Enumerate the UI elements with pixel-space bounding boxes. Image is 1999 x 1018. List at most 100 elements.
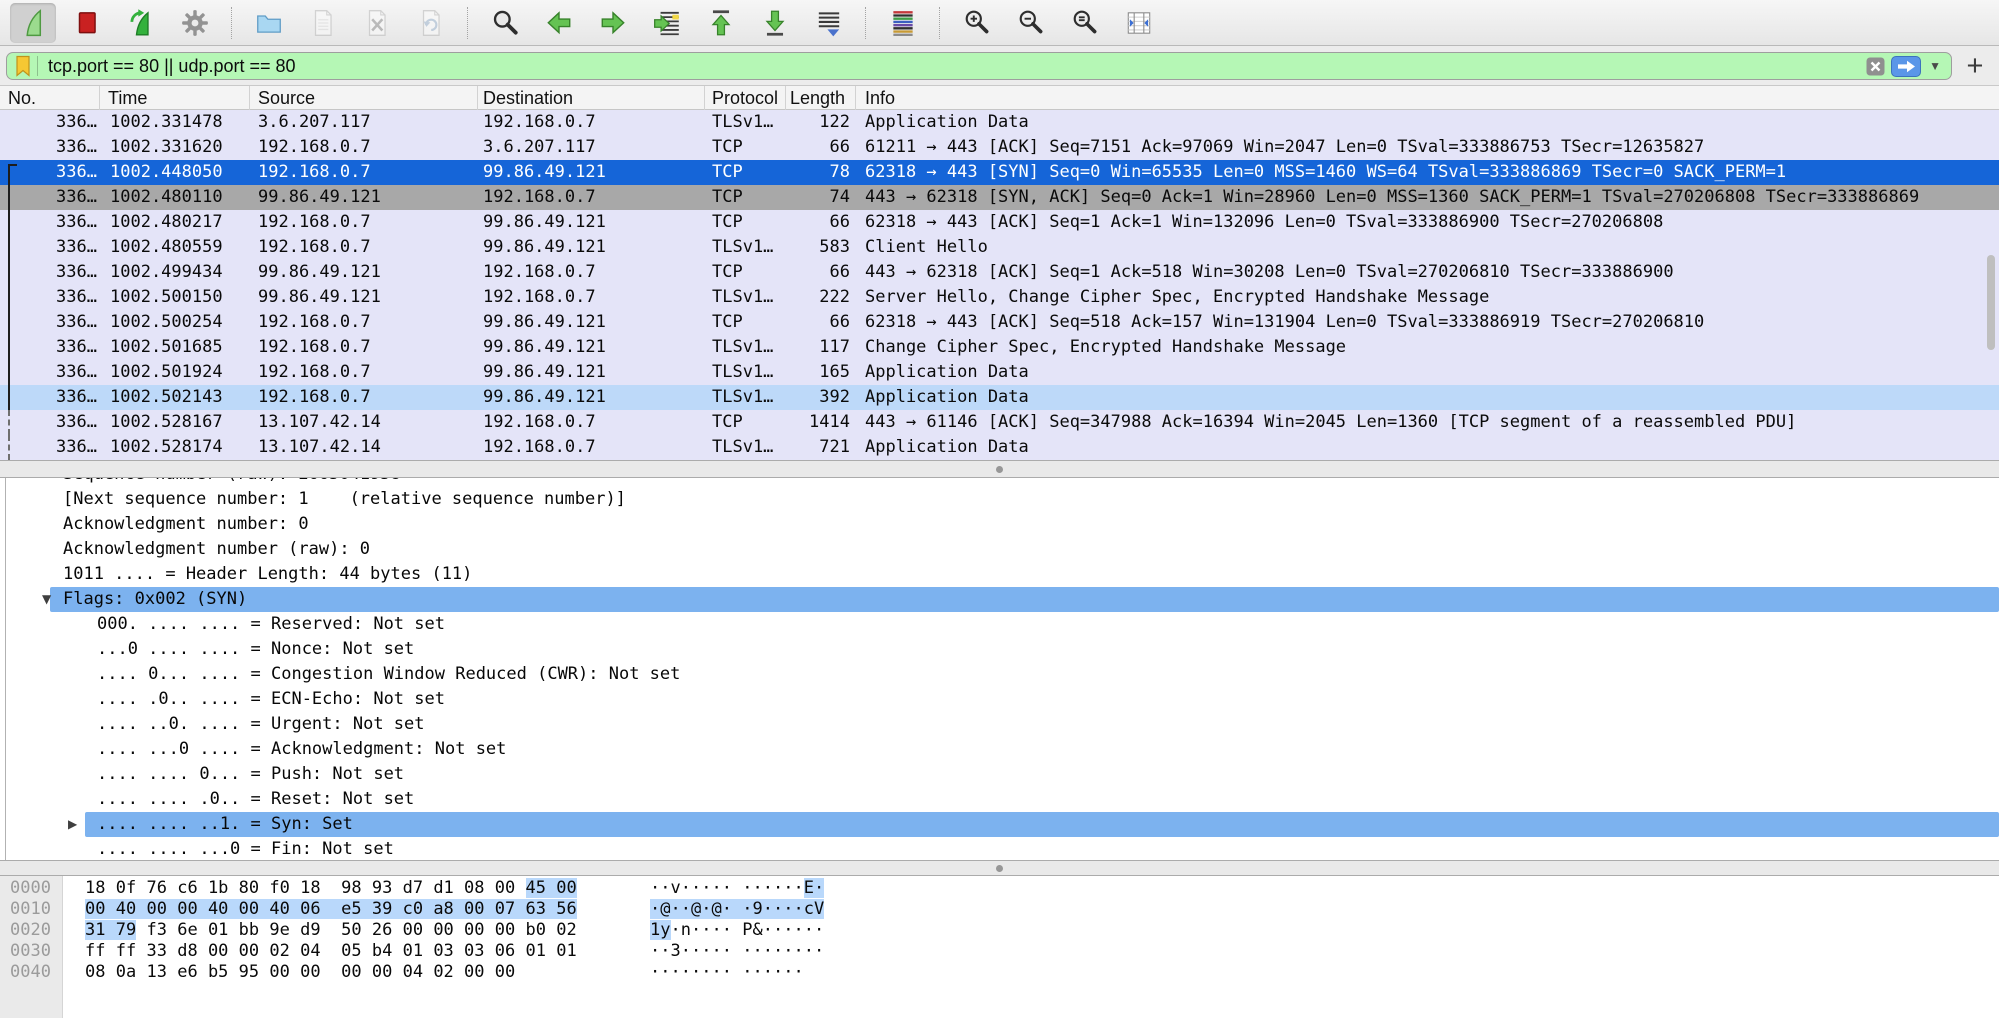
auto-scroll-button[interactable] <box>806 3 852 43</box>
splitter-handle-icon <box>996 865 1003 872</box>
column-header-destination[interactable]: Destination <box>478 86 705 110</box>
start-capture-icon <box>18 8 48 38</box>
hex-row[interactable]: 0030ff ff 33 d8 00 00 02 04 05 b4 01 03 … <box>0 941 1999 962</box>
cell-destination: 99.86.49.121 <box>478 310 705 335</box>
zoom-out-button[interactable] <box>1008 3 1054 43</box>
save-file-button[interactable] <box>300 3 346 43</box>
column-header-source[interactable]: Source <box>250 86 478 110</box>
detail-line[interactable]: .... .... ...0 = Fin: Not set <box>0 837 1999 860</box>
open-file-button[interactable] <box>246 3 292 43</box>
collapse-icon[interactable]: ▼ <box>42 587 51 612</box>
resize-columns-button[interactable] <box>1116 3 1162 43</box>
packet-row[interactable]: 336…1002.480559192.168.0.799.86.49.121TL… <box>0 235 1999 260</box>
hex-bytes: 31 79 f3 6e 01 bb 9e d9 50 26 00 00 00 0… <box>85 920 577 941</box>
packet-row[interactable]: 336…1002.500254192.168.0.799.86.49.121TC… <box>0 310 1999 335</box>
detail-line[interactable]: [Next sequence number: 1 (relative seque… <box>0 487 1999 512</box>
detail-text: [Next sequence number: 1 (relative seque… <box>63 487 626 512</box>
capture-options-button[interactable] <box>172 3 218 43</box>
expand-icon[interactable]: ▶ <box>68 812 77 837</box>
detail-line[interactable]: Sequence number (raw): 2665041958 <box>0 478 1999 487</box>
column-header-no[interactable]: No. <box>0 86 100 110</box>
go-back-button[interactable] <box>536 3 582 43</box>
cell-time: 1002.502143 <box>100 385 250 410</box>
detail-text: .... .... .0.. = Reset: Not set <box>97 787 414 812</box>
start-capture-button[interactable] <box>10 3 56 43</box>
column-header-protocol[interactable]: Protocol <box>705 86 786 110</box>
packet-row[interactable]: 336…1002.448050192.168.0.799.86.49.121TC… <box>0 160 1999 185</box>
detail-line[interactable]: Acknowledgment number: 0 <box>0 512 1999 537</box>
stop-capture-button[interactable] <box>64 3 110 43</box>
cell-protocol: TLSv1… <box>705 335 786 360</box>
packet-row[interactable]: 336…1002.48011099.86.49.121192.168.0.7TC… <box>0 185 1999 210</box>
zoom-reset-button[interactable] <box>1062 3 1108 43</box>
add-filter-button[interactable]: + <box>1960 52 1990 80</box>
packet-row[interactable]: 336…1002.502143192.168.0.799.86.49.121TL… <box>0 385 1999 410</box>
cell-no: 336… <box>0 310 100 335</box>
cell-no: 336… <box>0 235 100 260</box>
cell-info: 62318 → 443 [ACK] Seq=518 Ack=157 Win=13… <box>856 310 1999 335</box>
detail-line[interactable]: .... ...0 .... = Acknowledgment: Not set <box>0 737 1999 762</box>
column-header-info[interactable]: Info <box>856 86 1999 110</box>
go-to-packet-button[interactable] <box>644 3 690 43</box>
cell-source: 192.168.0.7 <box>250 160 478 185</box>
detail-line[interactable]: .... 0... .... = Congestion Window Reduc… <box>0 662 1999 687</box>
cell-source: 192.168.0.7 <box>250 310 478 335</box>
go-to-first-button[interactable] <box>698 3 744 43</box>
display-filter-input[interactable]: tcp.port == 80 || udp.port == 80 ▼ <box>6 52 1952 80</box>
packet-row[interactable]: 336…1002.501685192.168.0.799.86.49.121TL… <box>0 335 1999 360</box>
filter-text[interactable]: tcp.port == 80 || udp.port == 80 <box>48 56 296 77</box>
cell-protocol: TLSv1… <box>705 385 786 410</box>
go-to-last-button[interactable] <box>752 3 798 43</box>
packet-row[interactable]: 336…1002.52817413.107.42.14192.168.0.7TL… <box>0 435 1999 460</box>
detail-line[interactable]: .... .0.. .... = ECN-Echo: Not set <box>0 687 1999 712</box>
detail-text: Flags: 0x002 (SYN) <box>63 587 247 612</box>
packet-row[interactable]: 336…1002.52816713.107.42.14192.168.0.7TC… <box>0 410 1999 435</box>
detail-highlight <box>50 587 1999 612</box>
cell-time: 1002.501685 <box>100 335 250 360</box>
hex-row[interactable]: 000018 0f 76 c6 1b 80 f0 18 98 93 d7 d1 … <box>0 878 1999 899</box>
column-header-time[interactable]: Time <box>100 86 250 110</box>
cell-destination: 99.86.49.121 <box>478 385 705 410</box>
detail-line[interactable]: ...0 .... .... = Nonce: Not set <box>0 637 1999 662</box>
packet-row[interactable]: 336…1002.49943499.86.49.121192.168.0.7TC… <box>0 260 1999 285</box>
cell-no: 336… <box>0 135 100 160</box>
close-file-button[interactable] <box>354 3 400 43</box>
cell-destination: 192.168.0.7 <box>478 260 705 285</box>
detail-line[interactable]: .... ..0. .... = Urgent: Not set <box>0 712 1999 737</box>
hex-row[interactable]: 004008 0a 13 e6 b5 95 00 00 00 00 04 02 … <box>0 962 1999 983</box>
list-details-splitter[interactable] <box>0 460 1999 478</box>
packet-row[interactable]: 336…1002.50015099.86.49.121192.168.0.7TL… <box>0 285 1999 310</box>
bookmark-icon[interactable] <box>15 55 31 77</box>
packet-row[interactable]: 336…1002.331620192.168.0.73.6.207.117TCP… <box>0 135 1999 160</box>
chevron-down-icon[interactable]: ▼ <box>1929 59 1941 73</box>
cell-destination: 99.86.49.121 <box>478 160 705 185</box>
detail-line[interactable]: 000. .... .... = Reserved: Not set <box>0 612 1999 637</box>
hex-row[interactable]: 002031 79 f3 6e 01 bb 9e d9 50 26 00 00 … <box>0 920 1999 941</box>
detail-line[interactable]: Acknowledgment number (raw): 0 <box>0 537 1999 562</box>
detail-text: .... .... ...0 = Fin: Not set <box>97 837 394 860</box>
packet-row[interactable]: 336…1002.501924192.168.0.799.86.49.121TL… <box>0 360 1999 385</box>
details-bytes-splitter[interactable] <box>0 860 1999 876</box>
hex-row[interactable]: 001000 40 00 00 40 00 40 06 e5 39 c0 a8 … <box>0 899 1999 920</box>
clear-filter-icon[interactable] <box>1866 57 1885 76</box>
cell-info: Server Hello, Change Cipher Spec, Encryp… <box>856 285 1999 310</box>
detail-line[interactable]: ▼ Flags: 0x002 (SYN) <box>0 587 1999 612</box>
zoom-in-button[interactable] <box>954 3 1000 43</box>
restart-capture-button[interactable] <box>118 3 164 43</box>
colorize-button[interactable] <box>880 3 926 43</box>
column-header-length[interactable]: Length <box>786 86 856 110</box>
packet-row[interactable]: 336…1002.480217192.168.0.799.86.49.121TC… <box>0 210 1999 235</box>
detail-line[interactable]: .... .... 0... = Push: Not set <box>0 762 1999 787</box>
apply-filter-icon[interactable] <box>1891 56 1921 77</box>
detail-line[interactable]: 1011 .... = Header Length: 44 bytes (11) <box>0 562 1999 587</box>
detail-line[interactable]: ▶.... .... ..1. = Syn: Set <box>0 812 1999 837</box>
detail-text: .... 0... .... = Congestion Window Reduc… <box>97 662 680 687</box>
go-forward-button[interactable] <box>590 3 636 43</box>
cell-no: 336… <box>0 385 100 410</box>
detail-line[interactable]: .... .... .0.. = Reset: Not set <box>0 787 1999 812</box>
packet-list-scrollbar[interactable] <box>1987 255 1995 350</box>
reload-file-button[interactable] <box>408 3 454 43</box>
cell-info: 62318 → 443 [ACK] Seq=1 Ack=1 Win=132096… <box>856 210 1999 235</box>
packet-row[interactable]: 336…1002.3314783.6.207.117192.168.0.7TLS… <box>0 110 1999 135</box>
find-packet-button[interactable] <box>482 3 528 43</box>
